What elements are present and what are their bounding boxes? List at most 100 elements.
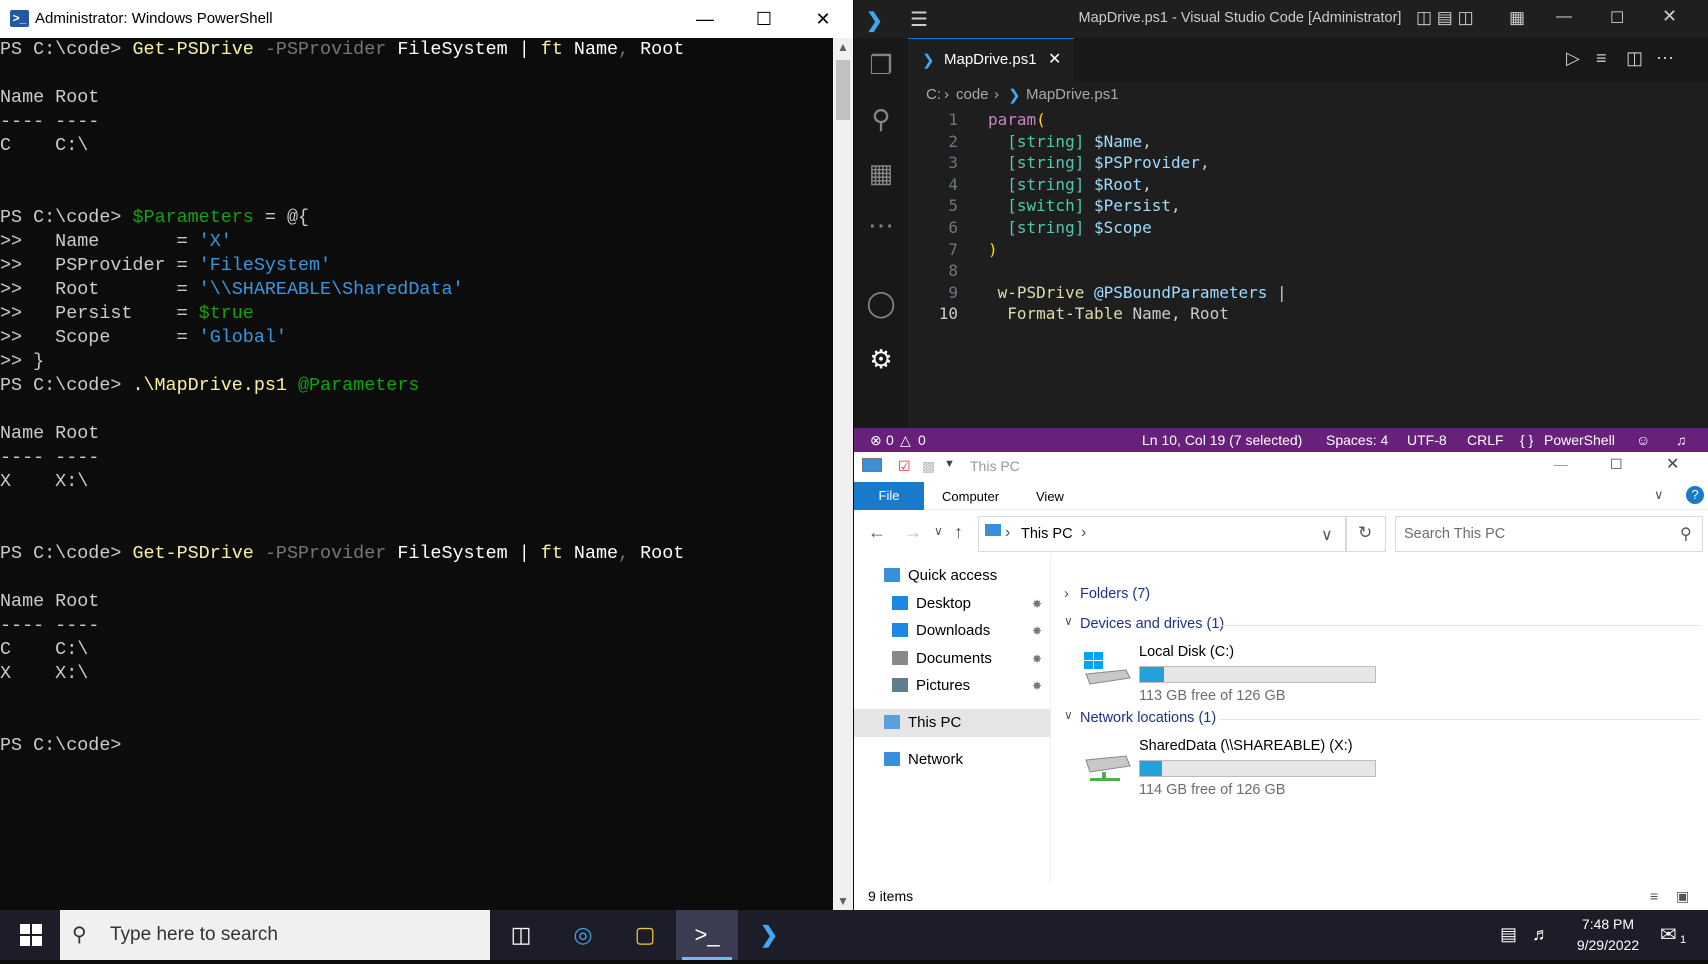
large-icons-view-icon[interactable]: ▣	[1676, 888, 1689, 905]
minimize-button[interactable]: —	[1556, 8, 1572, 26]
drive-network-share[interactable]: SharedData (\\SHAREABLE) (X:) 114 GB fre…	[1064, 728, 1704, 798]
minimize-button[interactable]: —	[1554, 456, 1568, 472]
indentation[interactable]: Spaces: 4	[1326, 432, 1388, 448]
code-line[interactable]: [string] $Root,	[988, 173, 1152, 197]
vscode-taskbar-icon[interactable]: ❯	[738, 910, 800, 960]
vscode-titlebar[interactable]: ❯ ☰ MapDrive.ps1 - Visual Studio Code [A…	[854, 0, 1708, 38]
settings-gear-icon[interactable]: ⚙	[854, 344, 908, 375]
task-view-icon[interactable]: ◫	[490, 910, 552, 960]
network-icon[interactable]: ▤	[1500, 924, 1517, 945]
new-folder-icon[interactable]: ▩	[922, 458, 935, 475]
tab-mapdrive[interactable]: ❯ MapDrive.ps1 ✕	[908, 38, 1074, 82]
warning-count[interactable]: 0	[918, 432, 926, 448]
address-bar[interactable]: › This PC › ∨	[978, 516, 1346, 552]
chevron-down-icon[interactable]: ∨	[1064, 614, 1073, 628]
search-icon[interactable]: ⚲	[854, 104, 908, 135]
nav-item-this-pc[interactable]: This PC	[854, 709, 1050, 737]
errors-icon[interactable]: ⊗	[870, 432, 882, 449]
code-line[interactable]: [string] $Name,	[988, 130, 1152, 154]
tab-view[interactable]: View	[1036, 489, 1064, 504]
more-actions-icon[interactable]: ⋯	[1656, 48, 1674, 69]
run-selection-icon[interactable]: ≡	[1596, 48, 1607, 69]
start-button[interactable]	[0, 910, 62, 960]
scrollbar[interactable]: ▲ ▼	[833, 38, 853, 910]
powershell-titlebar[interactable]: >_ Administrator: Windows PowerShell — ☐…	[0, 0, 853, 38]
run-icon[interactable]: ▷	[1566, 48, 1580, 69]
menu-icon[interactable]: ☰	[910, 7, 928, 32]
search-icon[interactable]: ⚲	[1680, 524, 1692, 544]
taskbar-search[interactable]: ⚲ Type here to search	[60, 910, 490, 960]
more-icon[interactable]: ⋯	[854, 210, 908, 241]
nav-item-network[interactable]: Network	[854, 746, 1050, 774]
close-button[interactable]: ✕	[794, 0, 852, 38]
bell-icon[interactable]: ♫	[1676, 432, 1687, 448]
file-explorer-icon[interactable]: ▢	[614, 910, 676, 960]
up-icon[interactable]: ↑	[954, 522, 963, 543]
nav-item-documents[interactable]: Documents ✸	[854, 645, 1050, 673]
drive-local-disk[interactable]: Local Disk (C:) 113 GB free of 126 GB	[1064, 634, 1704, 704]
warnings-icon[interactable]: △	[900, 432, 911, 449]
split-editor-icon[interactable]: ◫	[1626, 48, 1643, 69]
customize-layout-icon[interactable]: ▦	[1509, 8, 1525, 28]
search-placeholder[interactable]: Search This PC	[1404, 526, 1505, 542]
nav-item-desktop[interactable]: Desktop ✸	[854, 590, 1050, 618]
address-dropdown-icon[interactable]: ∨	[1321, 525, 1333, 545]
close-tab-icon[interactable]: ✕	[1048, 49, 1061, 69]
customize-toolbar-icon[interactable]: ▼	[944, 458, 955, 470]
close-button[interactable]: ✕	[1662, 6, 1677, 27]
details-view-icon[interactable]: ≡	[1650, 888, 1658, 904]
code-line[interactable]: w-PSDrive @PSBoundParameters |	[988, 281, 1287, 305]
group-folders[interactable]: Folders (7)	[1080, 586, 1150, 602]
recent-locations-icon[interactable]: ∨	[934, 524, 943, 538]
clock[interactable]: 7:48 PM 9/29/2022	[1558, 914, 1658, 956]
code-line[interactable]: [string] $Scope	[988, 216, 1152, 240]
chevron-right-icon[interactable]: ›	[1064, 586, 1069, 602]
code-line[interactable]: param(	[988, 108, 1046, 132]
powershell-taskbar-icon[interactable]: >_	[676, 910, 738, 960]
accounts-icon[interactable]: ◯	[854, 288, 908, 319]
help-icon[interactable]: ?	[1686, 486, 1704, 504]
code-line[interactable]: [switch] $Persist,	[988, 194, 1180, 218]
explorer-icon[interactable]: ❐	[854, 50, 908, 81]
chevron-down-icon[interactable]: ∨	[1064, 708, 1073, 722]
tab-computer[interactable]: Computer	[942, 489, 999, 504]
edge-icon[interactable]: ◎	[552, 910, 614, 960]
back-icon[interactable]: ←	[868, 522, 886, 543]
nav-item-pictures[interactable]: Pictures ✸	[854, 672, 1050, 700]
scroll-down-icon[interactable]: ▼	[837, 894, 849, 908]
layout-toggle-icon[interactable]: ◫ ▤ ◫	[1416, 8, 1474, 28]
extensions-icon[interactable]: ▦	[854, 158, 908, 189]
breadcrumb-drive[interactable]: C:	[926, 86, 941, 103]
encoding[interactable]: UTF-8	[1407, 432, 1447, 448]
code-editor[interactable]: 1 param(2 [string] $Name, 3 [string] $PSPr…	[908, 108, 1698, 428]
scroll-up-icon[interactable]: ▲	[837, 40, 849, 54]
properties-icon[interactable]: ☑	[898, 458, 911, 475]
volume-muted-icon[interactable]: ♬	[1532, 924, 1550, 945]
code-line[interactable]: [string] $PSProvider,	[988, 151, 1209, 175]
maximize-button[interactable]: ☐	[1610, 8, 1624, 28]
nav-item-downloads[interactable]: Downloads ✸	[854, 617, 1050, 645]
group-network[interactable]: Network locations (1)	[1080, 710, 1216, 726]
error-count[interactable]: 0	[886, 432, 894, 448]
refresh-button[interactable]: ↻	[1346, 516, 1386, 552]
expand-ribbon-icon[interactable]: ∨	[1654, 487, 1664, 503]
scrollbar-thumb[interactable]	[836, 60, 850, 120]
search-box[interactable]: Search This PC ⚲	[1395, 516, 1703, 552]
forward-icon[interactable]: →	[904, 522, 922, 543]
breadcrumb-file[interactable]: MapDrive.ps1	[1026, 86, 1119, 103]
maximize-button[interactable]: ☐	[1610, 456, 1623, 473]
minimize-button[interactable]: —	[676, 0, 734, 38]
search-placeholder[interactable]: Type here to search	[110, 924, 278, 946]
group-devices[interactable]: Devices and drives (1)	[1080, 616, 1224, 632]
tab-file[interactable]: File	[854, 482, 924, 510]
close-button[interactable]: ✕	[1666, 454, 1679, 474]
console-output[interactable]: PS C:\code> Get-PSDrive -PSProvider File…	[0, 38, 833, 910]
breadcrumb-folder[interactable]: code	[956, 86, 989, 103]
code-line[interactable]: )	[988, 238, 998, 262]
address-text[interactable]: This PC	[1021, 526, 1073, 542]
feedback-icon[interactable]: ☺	[1636, 432, 1650, 448]
explorer-titlebar[interactable]: ☑ ▩ ▼ This PC — ☐ ✕	[854, 452, 1708, 482]
cursor-position[interactable]: Ln 10, Col 19 (7 selected)	[1142, 432, 1302, 448]
language-mode[interactable]: PowerShell	[1544, 432, 1615, 448]
line-ending[interactable]: CRLF	[1467, 432, 1504, 448]
